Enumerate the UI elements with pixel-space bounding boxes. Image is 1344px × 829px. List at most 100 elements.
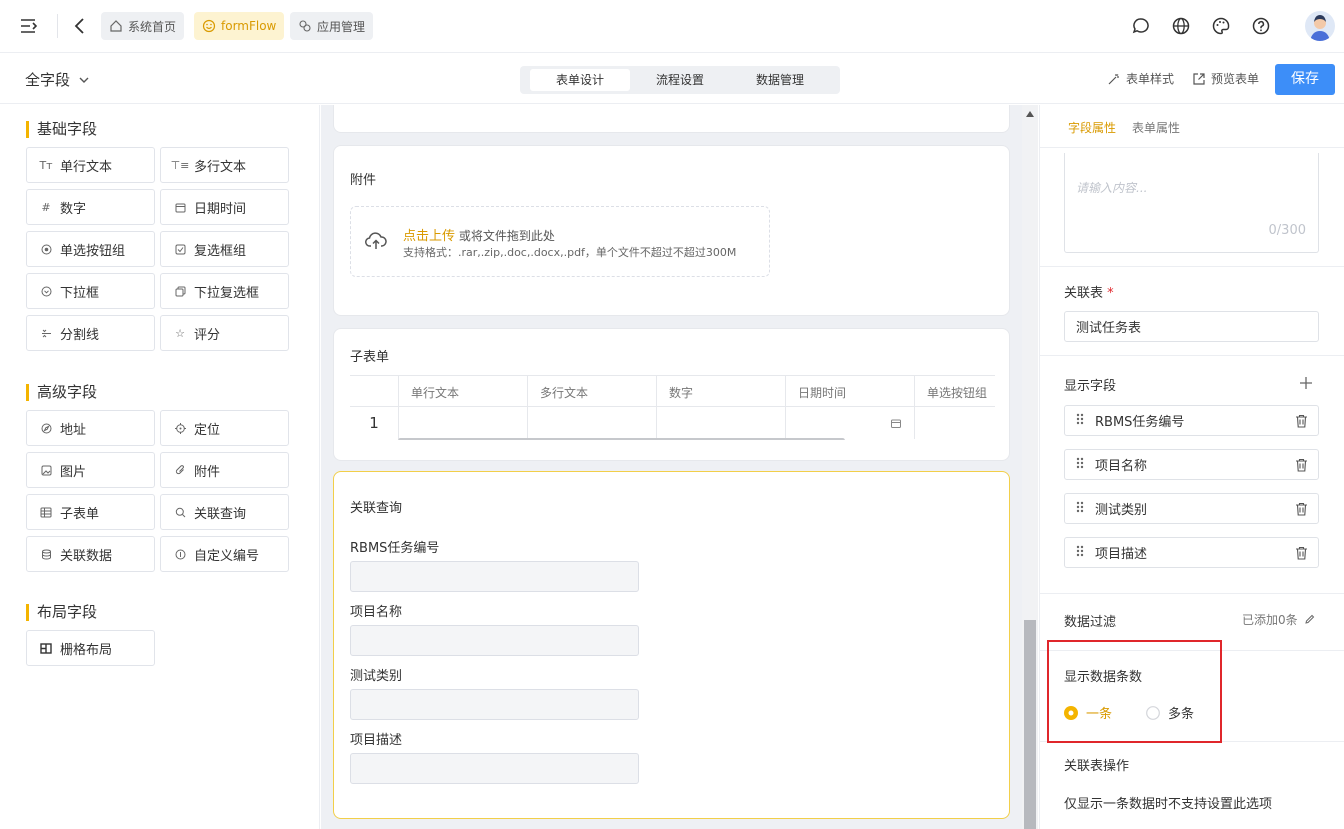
display-field-item[interactable]: RBMS任务编号 xyxy=(1064,405,1319,436)
field-subform[interactable]: 子表单 xyxy=(26,494,155,530)
subform-cell[interactable] xyxy=(398,407,527,439)
tab-home[interactable]: 系统首页 xyxy=(101,12,185,40)
highlight-box xyxy=(1047,640,1222,743)
palette-icon[interactable] xyxy=(1211,16,1231,36)
lookup-field-label: 测试类别 xyxy=(350,669,403,684)
field-label: 日期时间 xyxy=(194,201,247,217)
field-label: 地址 xyxy=(60,422,87,438)
trash-icon[interactable] xyxy=(1295,546,1308,560)
attachment-title: 附件 xyxy=(350,173,377,188)
subform-horizontal-scrollbar[interactable] xyxy=(398,438,845,440)
field-label: 数字 xyxy=(60,201,87,217)
star-icon: ☆ xyxy=(175,326,185,340)
dropdown-icon xyxy=(40,285,52,297)
display-field-item[interactable]: 项目描述 xyxy=(1064,537,1319,568)
field-label: 单选按钮组 xyxy=(60,243,126,259)
preview-form-button[interactable]: 预览表单 xyxy=(1192,70,1259,87)
form-canvas: 附件 点击上传 或将文件拖到此处 支持格式：.rar,.zip,.doc,.do… xyxy=(321,105,1022,829)
database-icon xyxy=(40,548,52,560)
canvas-scrollbar[interactable] xyxy=(1022,105,1038,829)
field-linked-data[interactable]: 关联数据 xyxy=(26,536,155,572)
magic-wand-icon xyxy=(1108,73,1119,84)
field-label: 评分 xyxy=(194,327,221,343)
textarea-placeholder: 请输入内容... xyxy=(1076,181,1148,195)
subform-field-card[interactable]: 子表单 单行文本 多行文本 数字 日期时间 单选按钮组 1 xyxy=(333,328,1010,461)
tab-formflow[interactable]: formFlow xyxy=(194,12,285,40)
multi-select-icon xyxy=(174,285,186,297)
upload-hint: 支持格式：.rar,.zip,.doc,.docx,.pdf，单个文件不超过不超… xyxy=(403,246,737,259)
field-filter-select[interactable]: 全字段 xyxy=(25,69,92,90)
field-grid-layout[interactable]: 栅格布局 xyxy=(26,630,155,666)
field-rating[interactable]: ☆ 评分 xyxy=(160,315,289,351)
drag-handle-icon[interactable] xyxy=(1075,456,1085,474)
message-icon[interactable] xyxy=(1131,16,1151,36)
trash-icon[interactable] xyxy=(1295,414,1308,428)
tab-flow-settings[interactable]: 流程设置 xyxy=(630,69,730,91)
menu-fold-icon[interactable] xyxy=(19,17,37,35)
trash-icon[interactable] xyxy=(1295,458,1308,472)
field-divider[interactable]: 分割线 xyxy=(26,315,155,351)
subform-cell[interactable] xyxy=(785,407,914,439)
field-checkbox-group[interactable]: 复选框组 xyxy=(160,231,289,267)
drag-handle-icon[interactable] xyxy=(1075,500,1085,518)
field-custom-number[interactable]: 自定义编号 xyxy=(160,536,289,572)
form-style-button[interactable]: 表单样式 xyxy=(1107,70,1174,87)
field-radio-group[interactable]: 单选按钮组 xyxy=(26,231,155,267)
field-number[interactable]: # 数字 xyxy=(26,189,155,225)
data-filter-value: 已添加0条 xyxy=(1242,613,1298,627)
description-textarea[interactable]: 请输入内容... 0/300 xyxy=(1064,153,1319,253)
field-multi-line-text[interactable]: ⊤≡ 多行文本 xyxy=(160,147,289,183)
data-filter-edit[interactable]: 已添加0条 xyxy=(1242,611,1315,628)
tab-label: 系统首页 xyxy=(128,19,177,34)
subform-cell[interactable] xyxy=(527,407,656,439)
attachment-field-card[interactable]: 附件 点击上传 或将文件拖到此处 支持格式：.rar,.zip,.doc,.do… xyxy=(333,145,1010,316)
upload-dropzone[interactable]: 点击上传 或将文件拖到此处 支持格式：.rar,.zip,.doc,.docx,… xyxy=(350,206,770,277)
field-image[interactable]: 图片 xyxy=(26,452,155,488)
linked-ops-note: 仅显示一条数据时不支持设置此选项 xyxy=(1064,797,1273,812)
field-attachment[interactable]: 附件 xyxy=(160,452,289,488)
scroll-up-icon[interactable] xyxy=(1026,111,1034,117)
display-field-item[interactable]: 测试类别 xyxy=(1064,493,1319,524)
drag-handle-icon[interactable] xyxy=(1075,544,1085,562)
help-icon[interactable] xyxy=(1251,16,1271,36)
add-icon[interactable] xyxy=(1299,376,1313,390)
scroll-thumb[interactable] xyxy=(1024,620,1036,829)
subform-cell[interactable] xyxy=(656,407,785,439)
search-icon xyxy=(174,506,186,518)
upload-text: 或将文件拖到此处 xyxy=(458,229,555,243)
upload-link[interactable]: 点击上传 xyxy=(403,229,455,244)
lookup-field-label: RBMS任务编号 xyxy=(350,541,440,556)
field-label: 多行文本 xyxy=(194,159,247,175)
drag-handle-icon[interactable] xyxy=(1075,412,1085,430)
tab-form-design[interactable]: 表单设计 xyxy=(530,69,630,91)
field-single-line-text[interactable]: Tт 单行文本 xyxy=(26,147,155,183)
field-library-panel: 基础字段 Tт 单行文本 ⊤≡ 多行文本 # 数字 日期时间 单选按钮组 复选框组 下… xyxy=(0,105,320,829)
group-basic-title: 基础字段 xyxy=(26,121,97,138)
tab-form-properties[interactable]: 表单属性 xyxy=(1132,119,1180,136)
avatar[interactable] xyxy=(1305,11,1335,41)
tab-data-management[interactable]: 数据管理 xyxy=(730,69,830,91)
lookup-field-card[interactable]: 关联查询 RBMS任务编号 项目名称 测试类别 项目描述 xyxy=(333,471,1010,819)
linked-table-select[interactable]: 测试任务表 xyxy=(1064,311,1319,342)
field-address[interactable]: 地址 xyxy=(26,410,155,446)
globe-icon[interactable] xyxy=(1171,16,1191,36)
field-dropdown[interactable]: 下拉框 xyxy=(26,273,155,309)
checkbox-icon xyxy=(174,243,186,255)
subform-col-header: 数字 xyxy=(656,376,785,407)
save-button[interactable]: 保存 xyxy=(1275,64,1335,95)
field-datetime[interactable]: 日期时间 xyxy=(160,189,289,225)
divider xyxy=(57,14,58,38)
field-lookup[interactable]: 关联查询 xyxy=(160,494,289,530)
back-icon[interactable] xyxy=(73,16,87,36)
form-field-card[interactable] xyxy=(333,105,1010,133)
field-multi-dropdown[interactable]: 下拉复选框 xyxy=(160,273,289,309)
field-label: 栅格布局 xyxy=(60,642,113,658)
tab-app-management[interactable]: 应用管理 xyxy=(290,12,374,40)
tab-field-properties[interactable]: 字段属性 xyxy=(1068,119,1116,136)
editor-toolbar: 全字段 表单设计 流程设置 数据管理 表单样式 预览表单 保存 xyxy=(0,54,1344,104)
field-location[interactable]: 定位 xyxy=(160,410,289,446)
subform-cell[interactable] xyxy=(914,407,995,439)
display-field-item[interactable]: 项目名称 xyxy=(1064,449,1319,480)
trash-icon[interactable] xyxy=(1295,502,1308,516)
divider xyxy=(1040,593,1344,594)
